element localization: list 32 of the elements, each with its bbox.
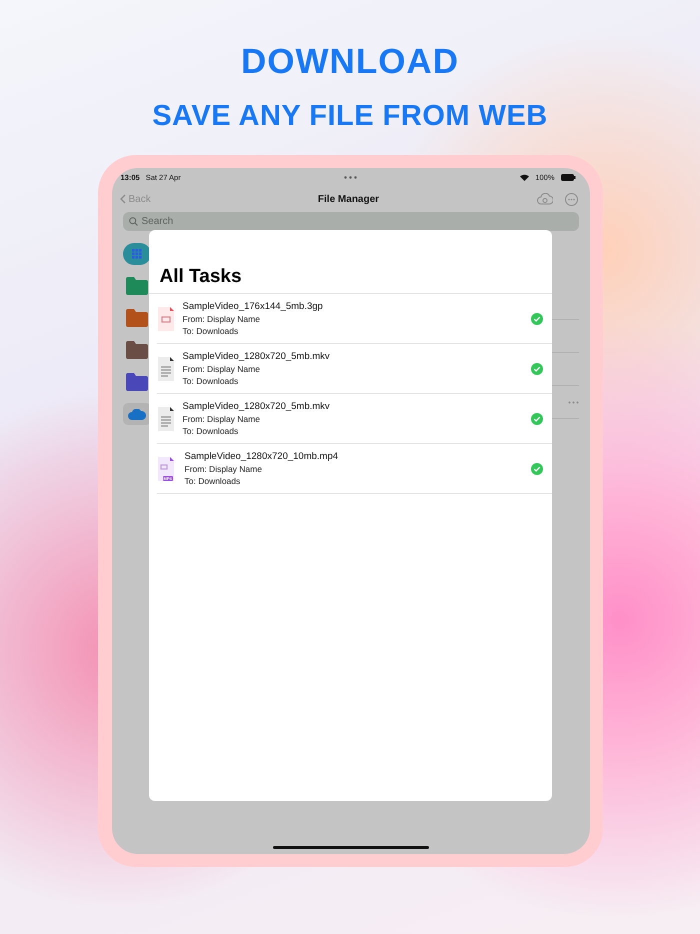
video-file-icon <box>156 456 176 482</box>
document-icon <box>156 356 174 382</box>
file-name: SampleVideo_1280x720_5mb.mkv <box>182 401 331 412</box>
more-dots-icon[interactable] <box>568 400 578 404</box>
screen-title: File Manager <box>316 194 380 204</box>
subheadline: SAVE ANY FILE FROM WEB <box>152 100 548 133</box>
file-name: SampleVideo_1280x720_5mb.mkv <box>182 351 331 362</box>
sidebar-item[interactable] <box>122 403 150 425</box>
sidebar-item[interactable] <box>122 243 150 265</box>
source-label: From: Display Name <box>182 314 261 324</box>
file-name: SampleVideo_1280x720_10mb.mp4 <box>184 451 340 462</box>
source-label: From: Display Name <box>184 464 263 474</box>
file-name: SampleVideo_176x144_5mb.3gp <box>182 301 324 312</box>
destination-label: To: Downloads <box>182 326 240 336</box>
destination-label: To: Downloads <box>182 376 240 386</box>
source-label: From: Display Name <box>182 364 261 374</box>
destination-label: To: Downloads <box>184 476 242 486</box>
destination-label: To: Downloads <box>182 426 240 436</box>
chevron-left-icon <box>120 194 126 204</box>
grid-icon <box>132 249 142 259</box>
wifi-icon <box>520 174 530 180</box>
headline: DOWNLOAD <box>241 42 459 82</box>
cloud-icon[interactable] <box>128 408 146 420</box>
source-label: From: Display Name <box>182 414 261 424</box>
back-button[interactable]: Back <box>120 194 240 204</box>
dialog-title: All Tasks <box>148 230 552 294</box>
video-file-icon <box>156 306 174 332</box>
search-field[interactable]: Search <box>122 212 578 231</box>
document-icon <box>156 406 174 432</box>
search-icon <box>128 217 138 226</box>
more-dots-icon <box>344 176 358 178</box>
battery-icon <box>560 174 576 180</box>
